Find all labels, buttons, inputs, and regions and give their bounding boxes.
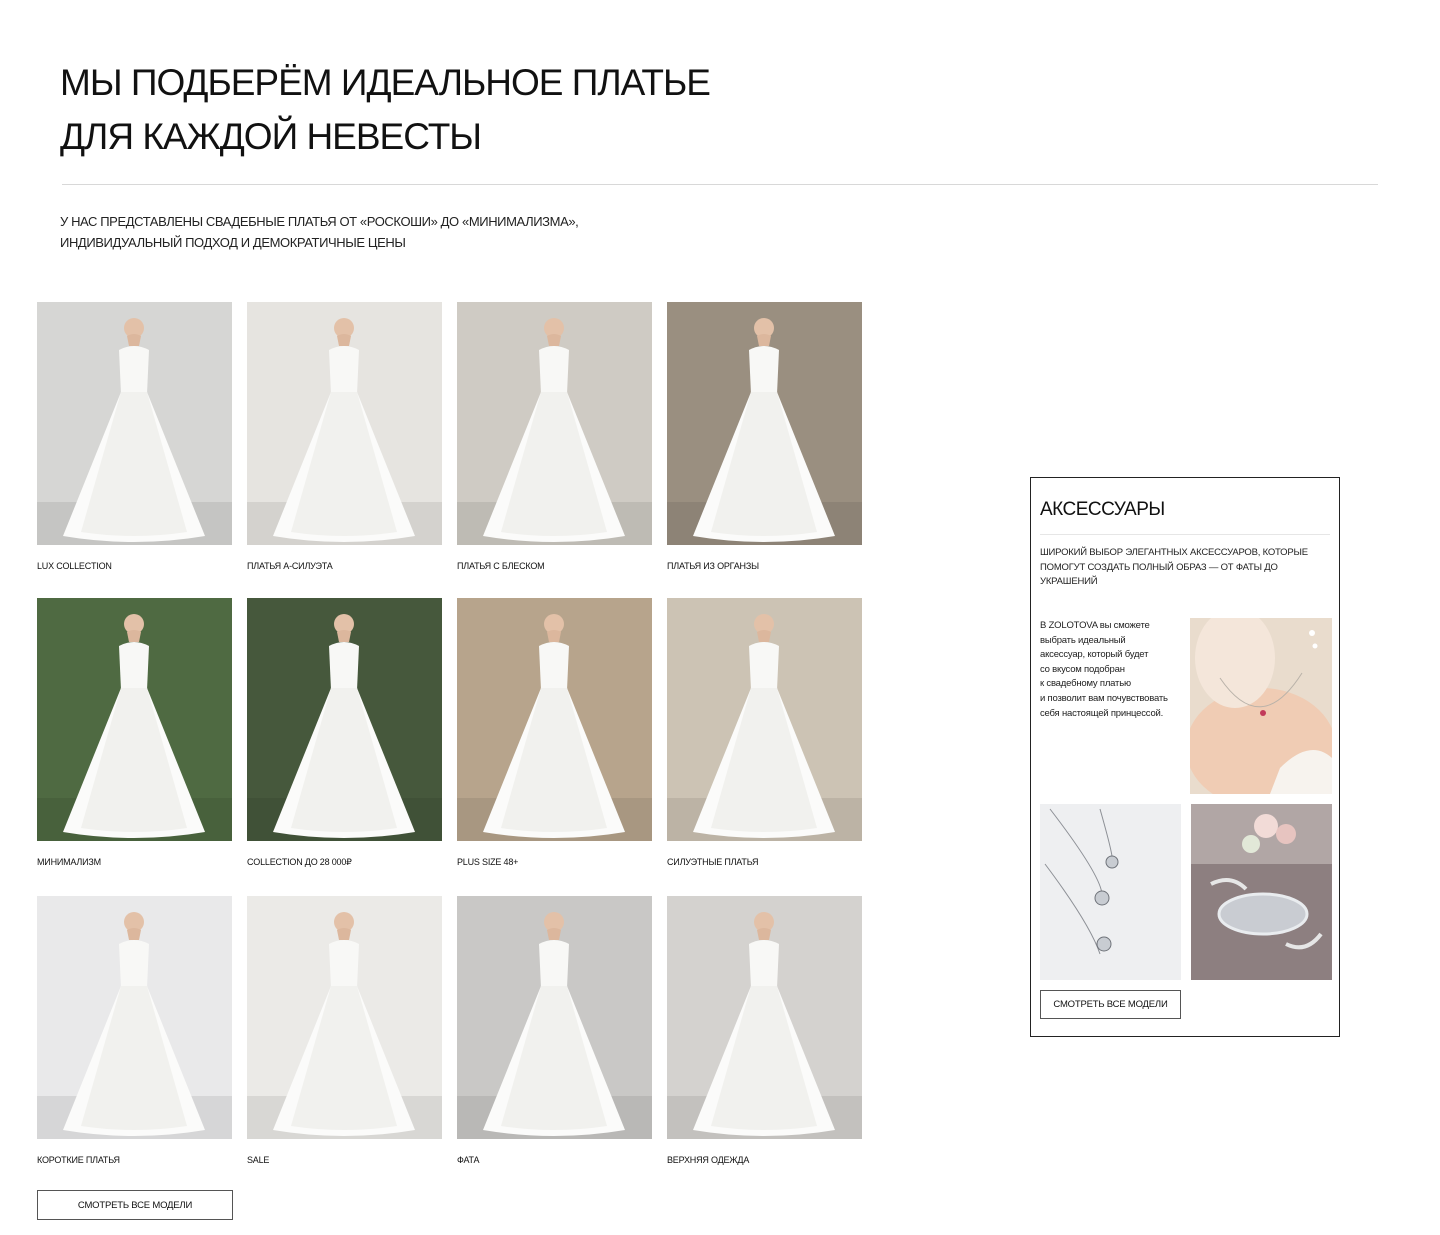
category-label[interactable]: СИЛУЭТНЫЕ ПЛАТЬЯ bbox=[667, 857, 862, 867]
accessories-text-line: со вкусом подобран bbox=[1040, 663, 1125, 675]
dress-photo-illustration bbox=[247, 302, 442, 545]
category-label[interactable]: LUX COLLECTION bbox=[37, 561, 232, 571]
category-card[interactable]: COLLECTION ДО 28 000₽ bbox=[247, 598, 442, 868]
dress-photo-illustration bbox=[247, 896, 442, 1139]
dress-photo-illustration bbox=[37, 896, 232, 1139]
category-card[interactable]: КОРОТКИЕ ПЛАТЬЯ bbox=[37, 896, 232, 1165]
category-card[interactable]: SALE bbox=[247, 896, 442, 1165]
title-divider bbox=[62, 184, 1378, 185]
category-label[interactable]: SALE bbox=[247, 1155, 442, 1165]
category-label[interactable]: COLLECTION ДО 28 000₽ bbox=[247, 857, 442, 868]
category-label[interactable]: ПЛАТЬЯ А-СИЛУЭТА bbox=[247, 561, 442, 571]
dress-photo-illustration bbox=[37, 598, 232, 841]
intro-text: У НАС ПРЕДСТАВЛЕНЫ СВАДЕБНЫЕ ПЛАТЬЯ ОТ «… bbox=[60, 211, 700, 253]
category-card[interactable]: ПЛАТЬЯ С БЛЕСКОМ bbox=[457, 302, 652, 571]
category-card[interactable]: ПЛАТЬЯ А-СИЛУЭТА bbox=[247, 302, 442, 571]
accessories-title: АКСЕССУАРЫ bbox=[1040, 499, 1165, 520]
see-all-models-button[interactable]: СМОТРЕТЬ ВСЕ МОДЕЛИ bbox=[37, 1190, 233, 1220]
accessories-description: ШИРОКИЙ ВЫБОР ЭЛЕГАНТНЫХ АКСЕССУАРОВ, КО… bbox=[1040, 547, 1308, 587]
page-title-line-1: МЫ ПОДБЕРЁМ ИДЕАЛЬНОЕ ПЛАТЬЕ bbox=[60, 62, 711, 103]
category-card[interactable]: ВЕРХНЯЯ ОДЕЖДА bbox=[667, 896, 862, 1165]
category-photo[interactable] bbox=[667, 896, 862, 1139]
dress-photo-illustration bbox=[667, 302, 862, 545]
category-photo[interactable] bbox=[37, 896, 232, 1139]
category-label[interactable]: PLUS SIZE 48+ bbox=[457, 857, 652, 867]
category-photo[interactable] bbox=[37, 598, 232, 841]
category-card[interactable]: ФАТА bbox=[457, 896, 652, 1165]
category-label[interactable]: ФАТА bbox=[457, 1155, 652, 1165]
accessories-text-line: выбрать идеальный bbox=[1040, 634, 1126, 646]
category-card[interactable]: LUX COLLECTION bbox=[37, 302, 232, 571]
accessories-text-line: аксессуар, который будет bbox=[1040, 649, 1149, 661]
accessories-divider bbox=[1040, 534, 1330, 535]
category-photo[interactable] bbox=[247, 896, 442, 1139]
category-photo[interactable] bbox=[667, 302, 862, 545]
category-photo[interactable] bbox=[457, 302, 652, 545]
accessories-text-line: себя настоящей принцессой. bbox=[1040, 707, 1164, 719]
category-card[interactable]: СИЛУЭТНЫЕ ПЛАТЬЯ bbox=[667, 598, 862, 867]
accessories-text: В ZOLOTOVA вы сможете выбрать идеальный … bbox=[1040, 619, 1190, 721]
category-label[interactable]: ПЛАТЬЯ С БЛЕСКОМ bbox=[457, 561, 652, 571]
dress-photo-illustration bbox=[667, 896, 862, 1139]
accessories-text-line: В ZOLOTOVA вы сможете bbox=[1040, 620, 1150, 631]
category-photo[interactable] bbox=[247, 302, 442, 545]
category-photo[interactable] bbox=[457, 598, 652, 841]
necklace-on-bride-photo[interactable] bbox=[1190, 618, 1332, 794]
category-label[interactable]: ПЛАТЬЯ ИЗ ОРГАНЗЫ bbox=[667, 561, 862, 571]
category-photo[interactable] bbox=[37, 302, 232, 545]
category-photo[interactable] bbox=[457, 896, 652, 1139]
dress-photo-illustration bbox=[457, 302, 652, 545]
pendant-necklaces-photo[interactable] bbox=[1040, 804, 1181, 980]
category-card[interactable]: ПЛАТЬЯ ИЗ ОРГАНЗЫ bbox=[667, 302, 862, 571]
dress-photo-illustration bbox=[667, 598, 862, 841]
hair-accessories-photo[interactable] bbox=[1191, 804, 1332, 980]
dress-photo-illustration bbox=[457, 896, 652, 1139]
category-label[interactable]: ВЕРХНЯЯ ОДЕЖДА bbox=[667, 1155, 862, 1165]
dress-photo-illustration bbox=[37, 302, 232, 545]
category-label[interactable]: МИНИМАЛИЗМ bbox=[37, 857, 232, 867]
intro-line-2: ИНДИВИДУАЛЬНЫЙ ПОДХОД И ДЕМОКРАТИЧНЫЕ ЦЕ… bbox=[60, 235, 406, 250]
category-photo[interactable] bbox=[247, 598, 442, 841]
accessories-text-line: к свадебному платью bbox=[1040, 678, 1131, 690]
category-label[interactable]: КОРОТКИЕ ПЛАТЬЯ bbox=[37, 1155, 232, 1165]
category-photo[interactable] bbox=[667, 598, 862, 841]
dress-photo-illustration bbox=[457, 598, 652, 841]
category-card[interactable]: PLUS SIZE 48+ bbox=[457, 598, 652, 867]
intro-line-1: У НАС ПРЕДСТАВЛЕНЫ СВАДЕБНЫЕ ПЛАТЬЯ ОТ «… bbox=[60, 214, 579, 229]
accessories-panel: АКСЕССУАРЫ ШИРОКИЙ ВЫБОР ЭЛЕГАНТНЫХ АКСЕ… bbox=[1030, 477, 1340, 1037]
page-title-line-2: ДЛЯ КАЖДОЙ НЕВЕСТЫ bbox=[60, 116, 482, 157]
dress-photo-illustration bbox=[247, 598, 442, 841]
accessories-text-line: и позволит вам почувствовать bbox=[1040, 692, 1168, 704]
page-title: МЫ ПОДБЕРЁМ ИДЕАЛЬНОЕ ПЛАТЬЕ ДЛЯ КАЖДОЙ … bbox=[60, 56, 960, 164]
category-card[interactable]: МИНИМАЛИЗМ bbox=[37, 598, 232, 867]
accessories-see-all-button[interactable]: СМОТРЕТЬ ВСЕ МОДЕЛИ bbox=[1040, 990, 1181, 1019]
